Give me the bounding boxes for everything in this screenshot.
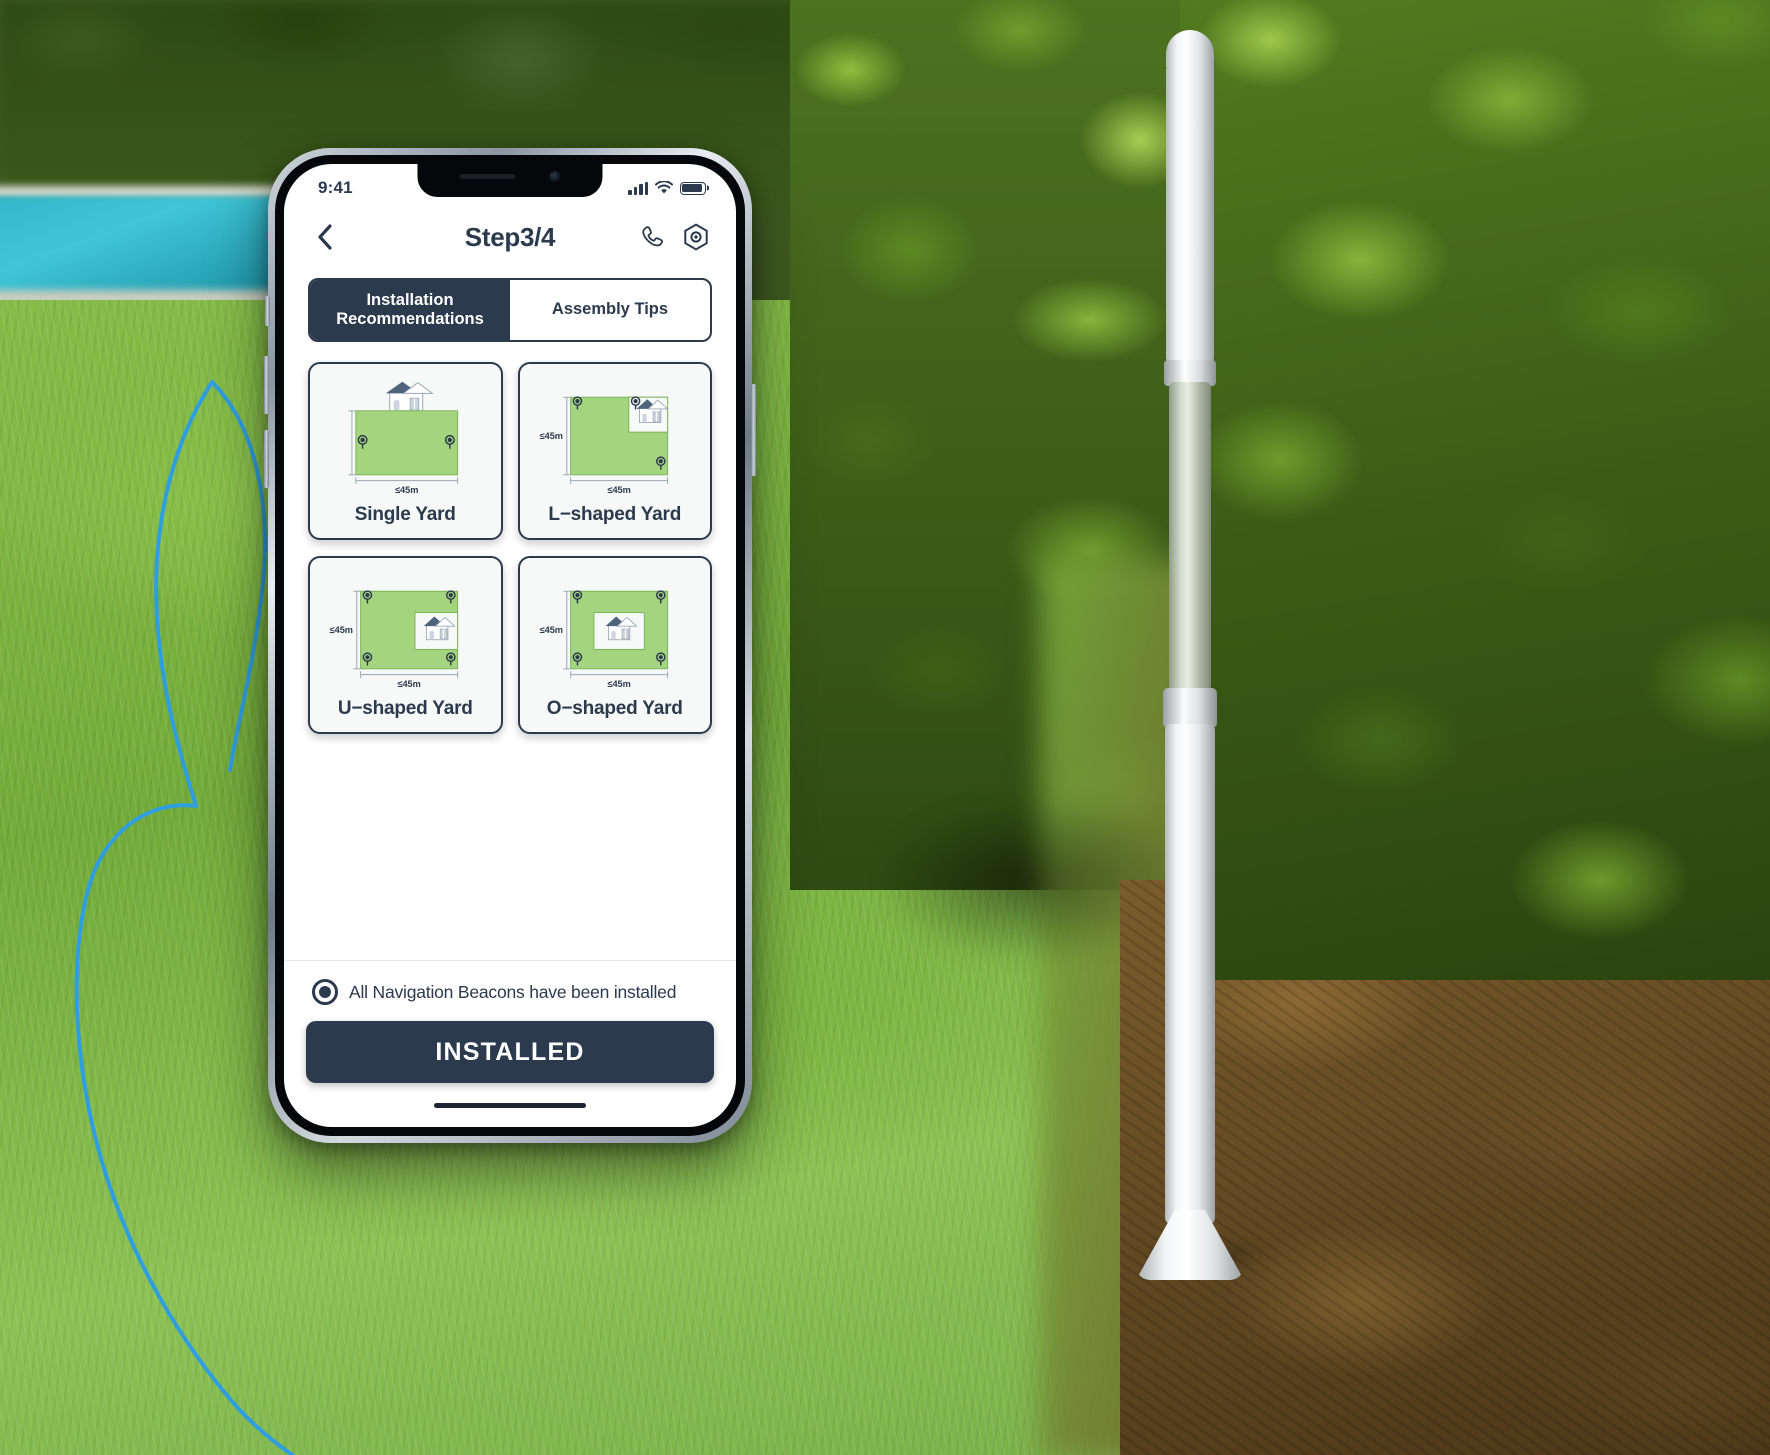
battery-icon (680, 181, 706, 195)
background-swimming-pool (0, 196, 280, 296)
confirm-row[interactable]: All Navigation Beacons have been install… (306, 979, 714, 1021)
beacon-pole-joint-lower (1163, 688, 1217, 728)
yard-card-u-shaped[interactable]: ≤45m ≤45m U−shaped Yard (308, 556, 503, 734)
home-indicator-area (284, 1083, 736, 1127)
yard-card-label: L−shaped Yard (548, 504, 682, 525)
footer-bar: All Navigation Beacons have been install… (284, 960, 736, 1083)
back-button[interactable] (310, 222, 340, 252)
l-shaped-yard-diagram: ≤45m ≤45m (539, 396, 669, 495)
earpiece-speaker (459, 173, 516, 179)
support-call-button[interactable] (638, 223, 666, 251)
dimension-bottom: ≤45m (397, 679, 420, 689)
wifi-icon (655, 181, 673, 194)
confirm-radio-button[interactable] (312, 979, 338, 1005)
yard-type-list: ≤45m Single Yard ≤45m ≤45m L−shaped Yard… (284, 342, 736, 960)
navigation-beacon-pole (1136, 30, 1244, 1290)
phone-bezel: 9:41 Step3/4 Installation Recommendation… (275, 155, 745, 1136)
dimension-left: ≤45m (539, 625, 562, 635)
status-indicators (628, 181, 706, 195)
dimension-bottom: ≤45m (607, 679, 630, 689)
phone-notch (417, 164, 603, 197)
dimension-bottom: ≤45m (395, 485, 418, 495)
dimension-left: ≤45m (330, 625, 353, 635)
dimension-bottom: ≤45m (607, 485, 630, 495)
volume-down-button[interactable] (264, 430, 269, 488)
phone-screen: 9:41 Step3/4 Installation Recommendation… (284, 164, 736, 1127)
home-indicator[interactable] (434, 1102, 586, 1108)
phone-device: 9:41 Step3/4 Installation Recommendation… (264, 148, 756, 1143)
beacon-pole-upper (1166, 64, 1214, 364)
front-camera (549, 171, 561, 182)
yard-card-label: O−shaped Yard (546, 698, 683, 719)
installed-button[interactable]: INSTALLED (306, 1021, 714, 1083)
tab-bar: Installation Recommendations Assembly Ti… (308, 278, 712, 342)
background-hedge-right (1180, 0, 1770, 980)
silent-switch[interactable] (265, 296, 270, 326)
chevron-left-icon (318, 224, 332, 250)
volume-up-button[interactable] (264, 356, 269, 414)
dimension-left: ≤45m (539, 431, 562, 441)
yard-card-grid: ≤45m Single Yard ≤45m ≤45m L−shaped Yard… (308, 362, 712, 734)
cellular-signal-icon (628, 181, 648, 195)
single-yard-diagram: ≤45m (348, 381, 459, 495)
app-header: Step3/4 (284, 206, 736, 268)
status-time: 9:41 (318, 178, 353, 197)
settings-hex-icon (684, 223, 708, 251)
tab-assembly-tips[interactable]: Assembly Tips (510, 280, 710, 340)
confirm-label: All Navigation Beacons have been install… (349, 981, 677, 1002)
yard-card-single[interactable]: ≤45m Single Yard (308, 362, 503, 540)
house-icon (385, 381, 434, 412)
tab-installation-recommendations[interactable]: Installation Recommendations (310, 280, 510, 340)
beacon-pole-base (1136, 1210, 1244, 1280)
phone-call-icon (642, 226, 663, 247)
header-actions (638, 223, 710, 251)
yard-card-label: U−shaped Yard (337, 698, 473, 719)
beacon-pole-middle (1169, 382, 1211, 692)
background-photo (0, 0, 1770, 1455)
yard-card-label: Single Yard (354, 504, 456, 525)
o-shaped-yard-diagram: ≤45m ≤45m (539, 590, 668, 689)
settings-button[interactable] (682, 223, 710, 251)
power-button[interactable] (751, 384, 756, 476)
u-shaped-yard-diagram: ≤45m ≤45m (330, 590, 459, 689)
beacon-pole-lower (1165, 724, 1215, 1224)
yard-card-o-shaped[interactable]: ≤45m ≤45m O−shaped Yard (517, 556, 712, 734)
yard-card-l-shaped[interactable]: ≤45m ≤45m L−shaped Yard (517, 362, 712, 540)
